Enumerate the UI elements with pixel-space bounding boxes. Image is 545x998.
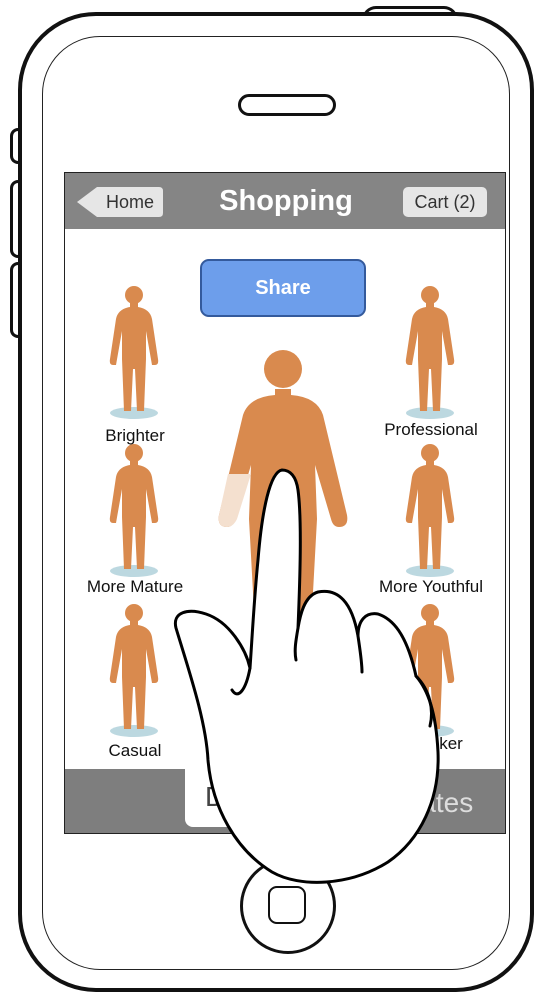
figure-main <box>218 350 348 629</box>
figure-more-youthful[interactable] <box>405 444 455 577</box>
figure-darker[interactable] <box>405 604 455 737</box>
cart-button[interactable]: Cart (2) <box>403 187 487 217</box>
figure-casual[interactable] <box>109 604 159 737</box>
home-back-button[interactable]: Home <box>77 187 163 217</box>
figure-more-mature[interactable] <box>109 444 159 577</box>
home-button-icon <box>268 886 306 924</box>
home-back-label: Home <box>105 192 154 212</box>
label-more-mature: More Mature <box>86 577 184 596</box>
label-darker: ker <box>439 734 463 753</box>
figure-brighter[interactable] <box>109 286 159 419</box>
tab-left-label[interactable]: D <box>205 781 225 813</box>
tab-selected[interactable] <box>185 769 305 827</box>
label-more-youthful: More Youthful <box>379 577 483 596</box>
tab-right-label[interactable]: rates <box>411 787 473 819</box>
figures-canvas <box>109 286 455 737</box>
figure-professional[interactable] <box>405 286 455 419</box>
label-casual: Casual <box>108 741 162 760</box>
label-professional: Professional <box>384 420 478 439</box>
app-screen: Shopping Home Cart (2) Share Brighter Pr… <box>64 172 506 834</box>
label-brighter: Brighter <box>105 426 165 445</box>
speaker-slot <box>238 94 336 116</box>
